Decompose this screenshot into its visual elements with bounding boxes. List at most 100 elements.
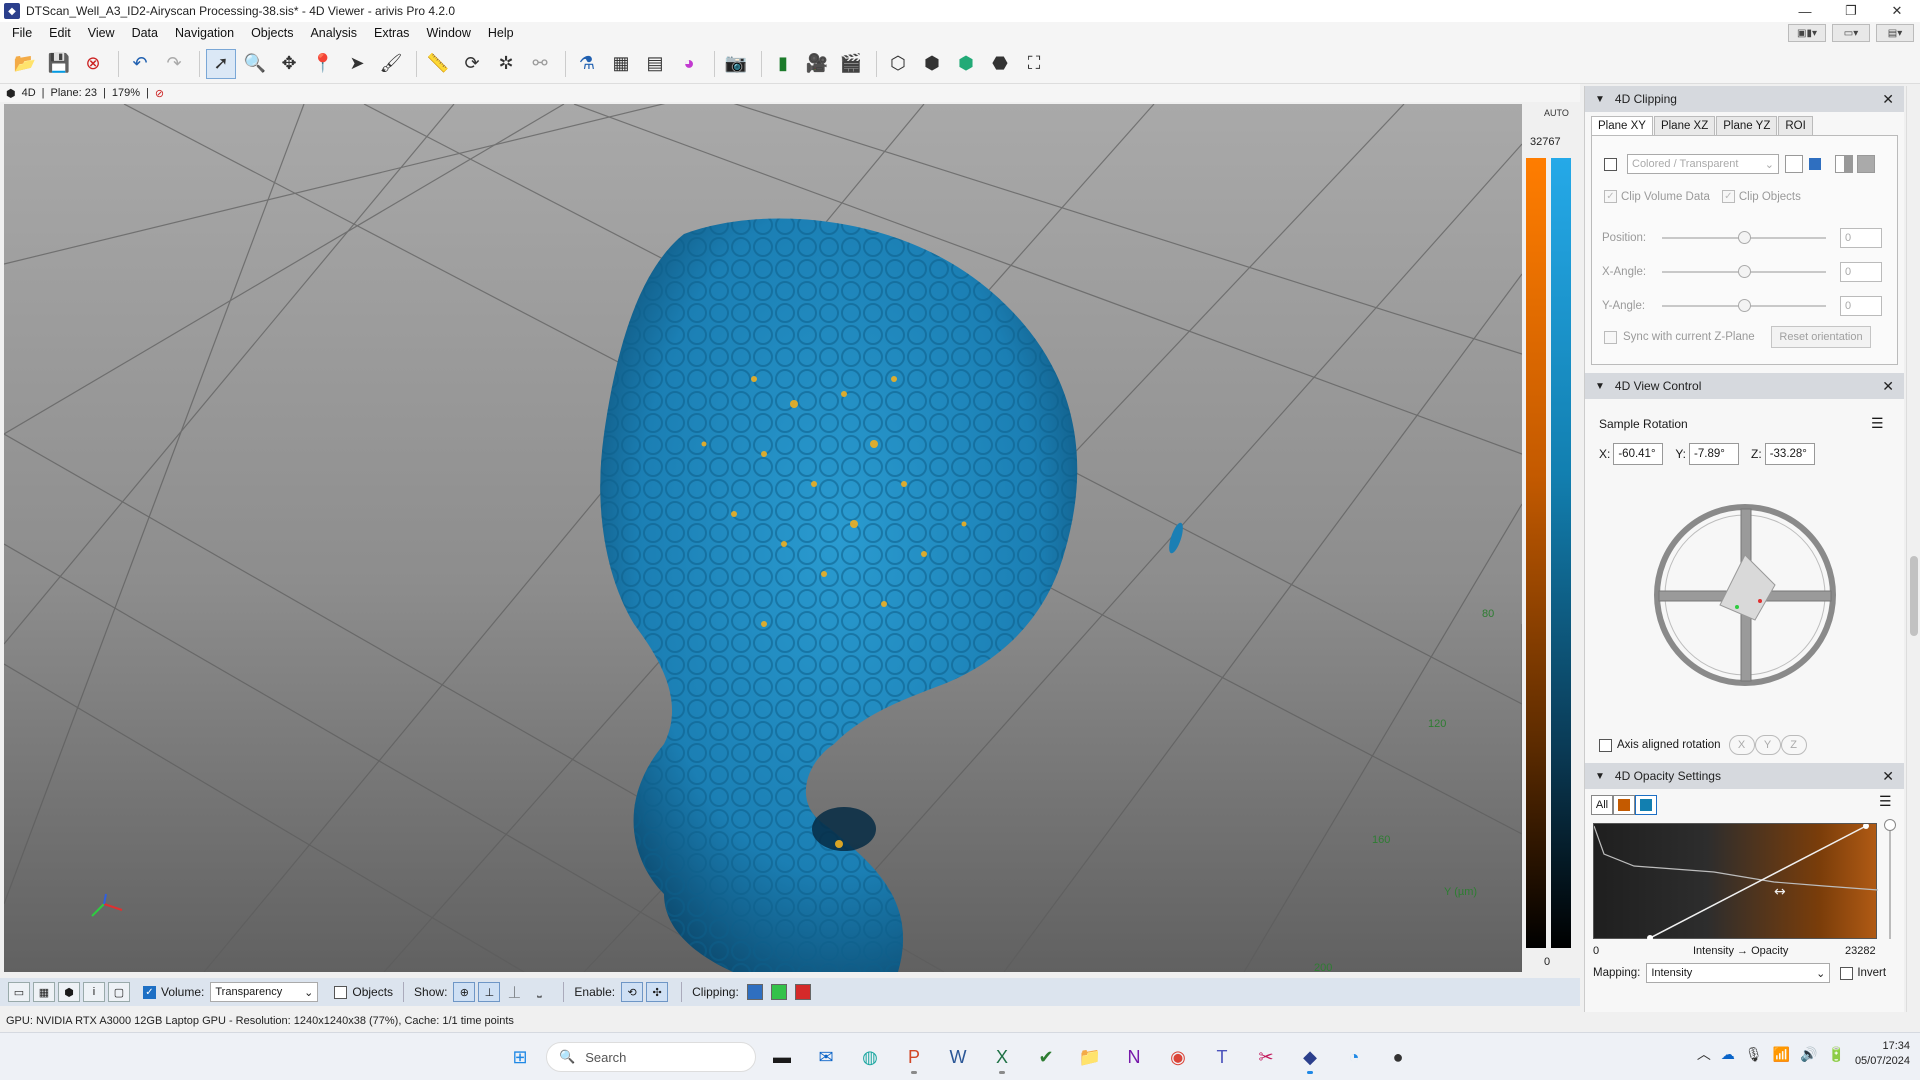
snipping-tool-icon[interactable]: ✂ [1248, 1039, 1284, 1075]
clip-plane-red[interactable] [794, 984, 811, 1000]
checkmark-app-icon[interactable]: ✔ [1028, 1039, 1064, 1075]
clip-full-icon[interactable] [1857, 155, 1875, 173]
all-channels-button[interactable]: All [1591, 795, 1613, 815]
xangle-slider[interactable] [1662, 265, 1826, 278]
menu-file[interactable]: File [6, 26, 43, 40]
enable-rotate-icon[interactable]: ⟲ [621, 982, 644, 1002]
axis-z-button[interactable]: Z [1780, 735, 1807, 755]
hamburger-menu-icon[interactable]: ☰ [1879, 793, 1892, 810]
show-axes-icon[interactable]: ⊥ [478, 982, 501, 1002]
windows-start-icon[interactable]: ⊞ [502, 1039, 538, 1075]
axis-y-button[interactable]: Y [1754, 735, 1781, 755]
open-icon[interactable]: 📂 [10, 49, 40, 79]
collapse-caret-icon[interactable]: ▼ [1595, 381, 1605, 392]
reset-orientation-button[interactable]: Reset orientation [1771, 326, 1871, 348]
view-control-header[interactable]: ▼ 4D View Control ✕ [1585, 373, 1904, 399]
objects-checkbox[interactable] [334, 985, 348, 999]
clip-volume-checkbox[interactable]: ✓ [1604, 190, 1617, 203]
save-icon[interactable]: 💾 [44, 49, 74, 79]
position-slider[interactable] [1662, 231, 1826, 244]
recorder-app-icon[interactable]: ● [1380, 1039, 1416, 1075]
fit-view-icon[interactable]: ⛶ [1019, 49, 1049, 79]
select-pointer-icon[interactable]: ➚ [206, 48, 236, 79]
clip-objects-checkbox[interactable]: ✓ [1721, 190, 1735, 203]
grid-view-icon[interactable]: ▦ [33, 982, 55, 1002]
axis-aligned-checkbox[interactable] [1599, 738, 1612, 752]
volume-checkbox[interactable]: ✓ [143, 985, 156, 999]
arivis-app-icon[interactable]: ◆ [1292, 1039, 1328, 1075]
menu-extras[interactable]: Extras [368, 26, 420, 40]
slider-thumb[interactable] [1738, 299, 1751, 312]
file-explorer-icon[interactable]: 📁 [1072, 1039, 1108, 1075]
menu-edit[interactable]: Edit [43, 26, 82, 40]
browser-app-icon[interactable]: ◔ [1336, 1039, 1372, 1075]
close-icon[interactable]: ✕ [1882, 768, 1894, 785]
clip-opaque-icon[interactable] [1785, 155, 1803, 173]
clapper-icon[interactable]: 🎬 [836, 49, 866, 79]
cube-view-icon[interactable]: ⬢ [58, 982, 80, 1002]
menu-analysis[interactable]: Analysis [304, 26, 368, 40]
pin-icon[interactable]: 📍 [308, 49, 338, 79]
show-scale-icon[interactable]: ⎵ [528, 982, 550, 1002]
close-icon[interactable]: ✕ [1882, 91, 1894, 108]
pan-icon[interactable]: ✥ [274, 49, 304, 79]
menu-window[interactable]: Window [420, 26, 481, 40]
orange-channel-colorbar[interactable] [1526, 158, 1546, 948]
minimize-button[interactable]: — [1782, 0, 1828, 22]
tab-plane-xy[interactable]: Plane XY [1591, 116, 1653, 135]
xangle-input[interactable]: 0 [1840, 262, 1882, 282]
battery-icon[interactable]: 🔋 [1828, 1046, 1845, 1063]
layout-window-icon[interactable]: ▤▾ [1876, 24, 1914, 42]
info-icon[interactable]: i [83, 982, 105, 1002]
transform-icon[interactable]: ✲ [491, 49, 521, 79]
wifi-icon[interactable]: 📶 [1773, 1046, 1790, 1063]
slider-thumb[interactable] [1738, 231, 1751, 244]
orange-channel-button[interactable] [1613, 795, 1635, 815]
clip-plane-blue[interactable] [746, 984, 763, 1000]
restore-button[interactable]: ❐ [1828, 0, 1874, 22]
mapping-select[interactable]: Intensity ⌄ [1646, 963, 1831, 983]
connect-icon[interactable]: ⚯ [525, 49, 555, 79]
color-wheel-icon[interactable]: ◕ [674, 49, 704, 79]
yangle-input[interactable]: 0 [1840, 296, 1882, 316]
redo-icon[interactable]: ↷ [159, 49, 189, 79]
undo-icon[interactable]: ↶ [125, 49, 155, 79]
auto-range-button[interactable]: AUTO [1544, 108, 1569, 118]
rot-x-input[interactable]: -60.41° [1613, 443, 1664, 465]
movie-camera-icon[interactable]: 🎥 [802, 49, 832, 79]
show-floor-icon[interactable]: ⏊ [503, 982, 525, 1002]
powerpoint-icon[interactable]: P [896, 1039, 932, 1075]
clip-mode-select[interactable]: Colored / Transparent ⌄ [1627, 154, 1779, 174]
taskbar-clock[interactable]: 17:34 05/07/2024 [1855, 1039, 1910, 1069]
edge-icon[interactable]: ◍ [852, 1039, 888, 1075]
task-view-icon[interactable]: ▬ [764, 1039, 800, 1075]
clip-filled-icon[interactable] [1809, 158, 1821, 170]
chrome-icon[interactable]: ◉ [1160, 1039, 1196, 1075]
tab-plane-yz[interactable]: Plane YZ [1716, 116, 1778, 135]
volume-icon[interactable]: 🔊 [1800, 1046, 1817, 1063]
rot-z-input[interactable]: -33.28° [1764, 443, 1815, 465]
close-file-icon[interactable]: ⊗ [78, 49, 108, 79]
monitor-icon[interactable]: ▢ [108, 982, 130, 1002]
menu-data[interactable]: Data [126, 26, 169, 40]
yangle-slider[interactable] [1662, 299, 1826, 312]
menu-objects[interactable]: Objects [245, 26, 304, 40]
onedrive-icon[interactable]: ☁ [1721, 1046, 1735, 1063]
outlook-icon[interactable]: ✉ [808, 1039, 844, 1075]
zoom-icon[interactable]: 🔍 [240, 49, 270, 79]
flask-icon[interactable]: ⚗ [572, 49, 602, 79]
show-bounding-icon[interactable]: ⊕ [453, 982, 476, 1002]
scrollbar-thumb[interactable] [1910, 556, 1918, 636]
tab-roi[interactable]: ROI [1778, 116, 1813, 135]
layout-split-icon[interactable]: ▣▮▾ [1788, 24, 1826, 42]
microphone-icon[interactable]: 🎙 [1745, 1046, 1763, 1063]
invert-checkbox[interactable] [1840, 966, 1854, 980]
enable-clip-checkbox[interactable] [1604, 157, 1617, 171]
menu-view[interactable]: View [82, 26, 126, 40]
opacity-header[interactable]: ▼ 4D Opacity Settings ✕ [1585, 763, 1904, 789]
bookmark-icon[interactable]: ▮ [768, 49, 798, 79]
blue-channel-button[interactable] [1635, 795, 1657, 815]
enable-center-icon[interactable]: ✣ [646, 982, 669, 1002]
hamburger-menu-icon[interactable]: ☰ [1871, 415, 1884, 432]
image-settings-icon[interactable]: ▦ [606, 49, 636, 79]
